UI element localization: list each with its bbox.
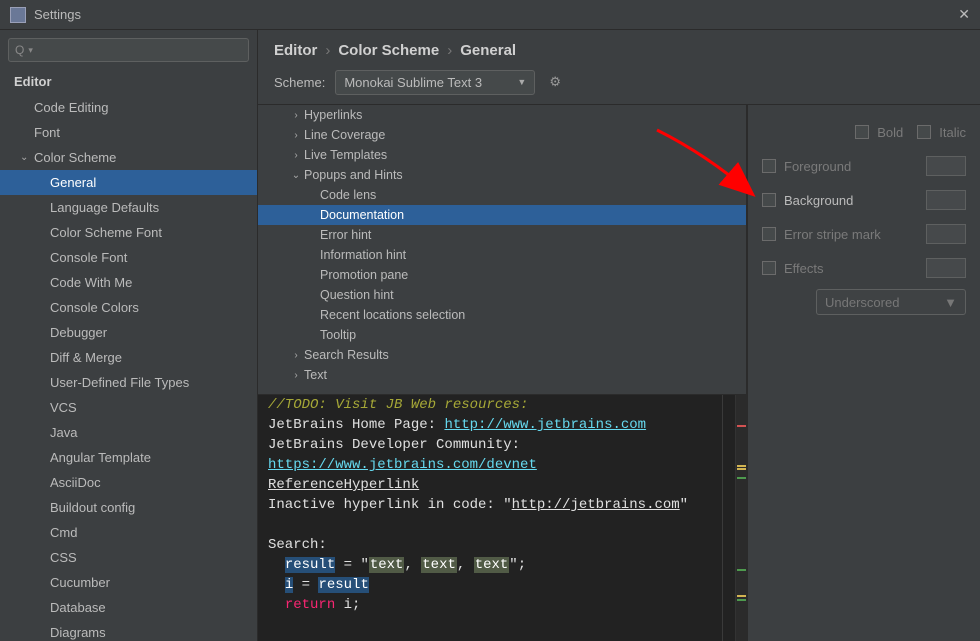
category-item[interactable]: Question hint bbox=[258, 285, 746, 305]
category-item[interactable]: Error hint bbox=[258, 225, 746, 245]
search-icon: Q bbox=[15, 43, 24, 57]
sidebar-item[interactable]: Code With Me bbox=[0, 270, 257, 295]
chevron-down-icon: ▼ bbox=[517, 77, 526, 87]
marker-stripe[interactable] bbox=[735, 395, 747, 641]
sidebar-item[interactable]: VCS bbox=[0, 395, 257, 420]
sidebar-section-editor[interactable]: Editor bbox=[0, 66, 257, 95]
scheme-label: Scheme: bbox=[274, 75, 325, 90]
chevron-right-icon: › bbox=[288, 130, 304, 141]
error-stripe-swatch[interactable] bbox=[926, 224, 966, 244]
category-item[interactable]: Documentation bbox=[258, 205, 746, 225]
checkbox-background[interactable] bbox=[762, 193, 776, 207]
sidebar-item[interactable]: Color Scheme Font bbox=[0, 220, 257, 245]
sidebar-item[interactable]: Font bbox=[0, 120, 257, 145]
gear-icon[interactable]: ⚙ bbox=[549, 74, 561, 90]
chevron-down-icon: ▾ bbox=[28, 45, 33, 56]
sidebar-item[interactable]: Diff & Merge bbox=[0, 345, 257, 370]
category-item[interactable]: Code lens bbox=[258, 185, 746, 205]
effects-type-select[interactable]: Underscored▼ bbox=[816, 289, 966, 315]
sidebar-item[interactable]: Diagrams bbox=[0, 620, 257, 641]
category-item[interactable]: Information hint bbox=[258, 245, 746, 265]
chevron-right-icon: › bbox=[288, 370, 304, 381]
background-swatch[interactable] bbox=[926, 190, 966, 210]
chevron-right-icon: › bbox=[288, 110, 304, 121]
link[interactable]: https://www.jetbrains.com/devnet bbox=[268, 457, 537, 473]
scheme-select[interactable]: Monokai Sublime Text 3▼ bbox=[335, 70, 535, 95]
sidebar-item[interactable]: Console Colors bbox=[0, 295, 257, 320]
chevron-down-icon: ▼ bbox=[944, 295, 957, 310]
preview-editor[interactable]: //TODO: Visit JB Web resources: JetBrain… bbox=[258, 395, 747, 641]
category-item[interactable]: Recent locations selection bbox=[258, 305, 746, 325]
sidebar-item[interactable]: Debugger bbox=[0, 320, 257, 345]
sidebar-item[interactable]: Console Font bbox=[0, 245, 257, 270]
sidebar-item[interactable]: Angular Template bbox=[0, 445, 257, 470]
category-item[interactable]: Promotion pane bbox=[258, 265, 746, 285]
sidebar-item[interactable]: Cucumber bbox=[0, 570, 257, 595]
checkbox-error-stripe[interactable] bbox=[762, 227, 776, 241]
category-item[interactable]: Tooltip bbox=[258, 325, 746, 345]
sidebar-item[interactable]: User-Defined File Types bbox=[0, 370, 257, 395]
chevron-down-icon: ⌄ bbox=[20, 152, 34, 163]
sidebar-item[interactable]: Buildout config bbox=[0, 495, 257, 520]
checkbox-effects[interactable] bbox=[762, 261, 776, 275]
effects-swatch[interactable] bbox=[926, 258, 966, 278]
link[interactable]: http://www.jetbrains.com bbox=[444, 417, 646, 433]
checkbox-italic[interactable] bbox=[917, 125, 931, 139]
sidebar-item[interactable]: Database bbox=[0, 595, 257, 620]
app-icon bbox=[10, 7, 26, 23]
breadcrumb: Editor › Color Scheme › General bbox=[258, 30, 980, 70]
category-item[interactable]: ›Hyperlinks bbox=[258, 105, 746, 125]
close-icon[interactable]: ✕ bbox=[958, 6, 970, 23]
sidebar-item[interactable]: Code Editing bbox=[0, 95, 257, 120]
sidebar-item[interactable]: AsciiDoc bbox=[0, 470, 257, 495]
chevron-right-icon: › bbox=[288, 350, 304, 361]
sidebar-item[interactable]: CSS bbox=[0, 545, 257, 570]
sidebar-tree: Code Editing Font ⌄Color Scheme GeneralL… bbox=[0, 95, 257, 641]
category-item[interactable]: ›Live Templates bbox=[258, 145, 746, 165]
sidebar-item[interactable]: General bbox=[0, 170, 257, 195]
window-title: Settings bbox=[34, 7, 958, 22]
sidebar-item[interactable]: Java bbox=[0, 420, 257, 445]
checkbox-bold[interactable] bbox=[855, 125, 869, 139]
category-item[interactable]: ›Line Coverage bbox=[258, 125, 746, 145]
category-item[interactable]: ›Search Results bbox=[258, 345, 746, 365]
attributes-panel: Bold Italic Foreground Background Error bbox=[748, 105, 980, 641]
category-item[interactable]: ›Text bbox=[258, 365, 746, 385]
chevron-right-icon: › bbox=[288, 150, 304, 161]
chevron-down-icon: ⌄ bbox=[288, 170, 304, 181]
category-item[interactable]: ⌄Popups and Hints bbox=[258, 165, 746, 185]
foreground-swatch[interactable] bbox=[926, 156, 966, 176]
sidebar-item[interactable]: Language Defaults bbox=[0, 195, 257, 220]
checkbox-foreground[interactable] bbox=[762, 159, 776, 173]
category-tree: ›Hyperlinks›Line Coverage›Live Templates… bbox=[258, 105, 747, 395]
sidebar-item[interactable]: Cmd bbox=[0, 520, 257, 545]
search-input[interactable]: Q ▾ bbox=[8, 38, 249, 62]
sidebar-item-color-scheme[interactable]: ⌄Color Scheme bbox=[0, 145, 257, 170]
